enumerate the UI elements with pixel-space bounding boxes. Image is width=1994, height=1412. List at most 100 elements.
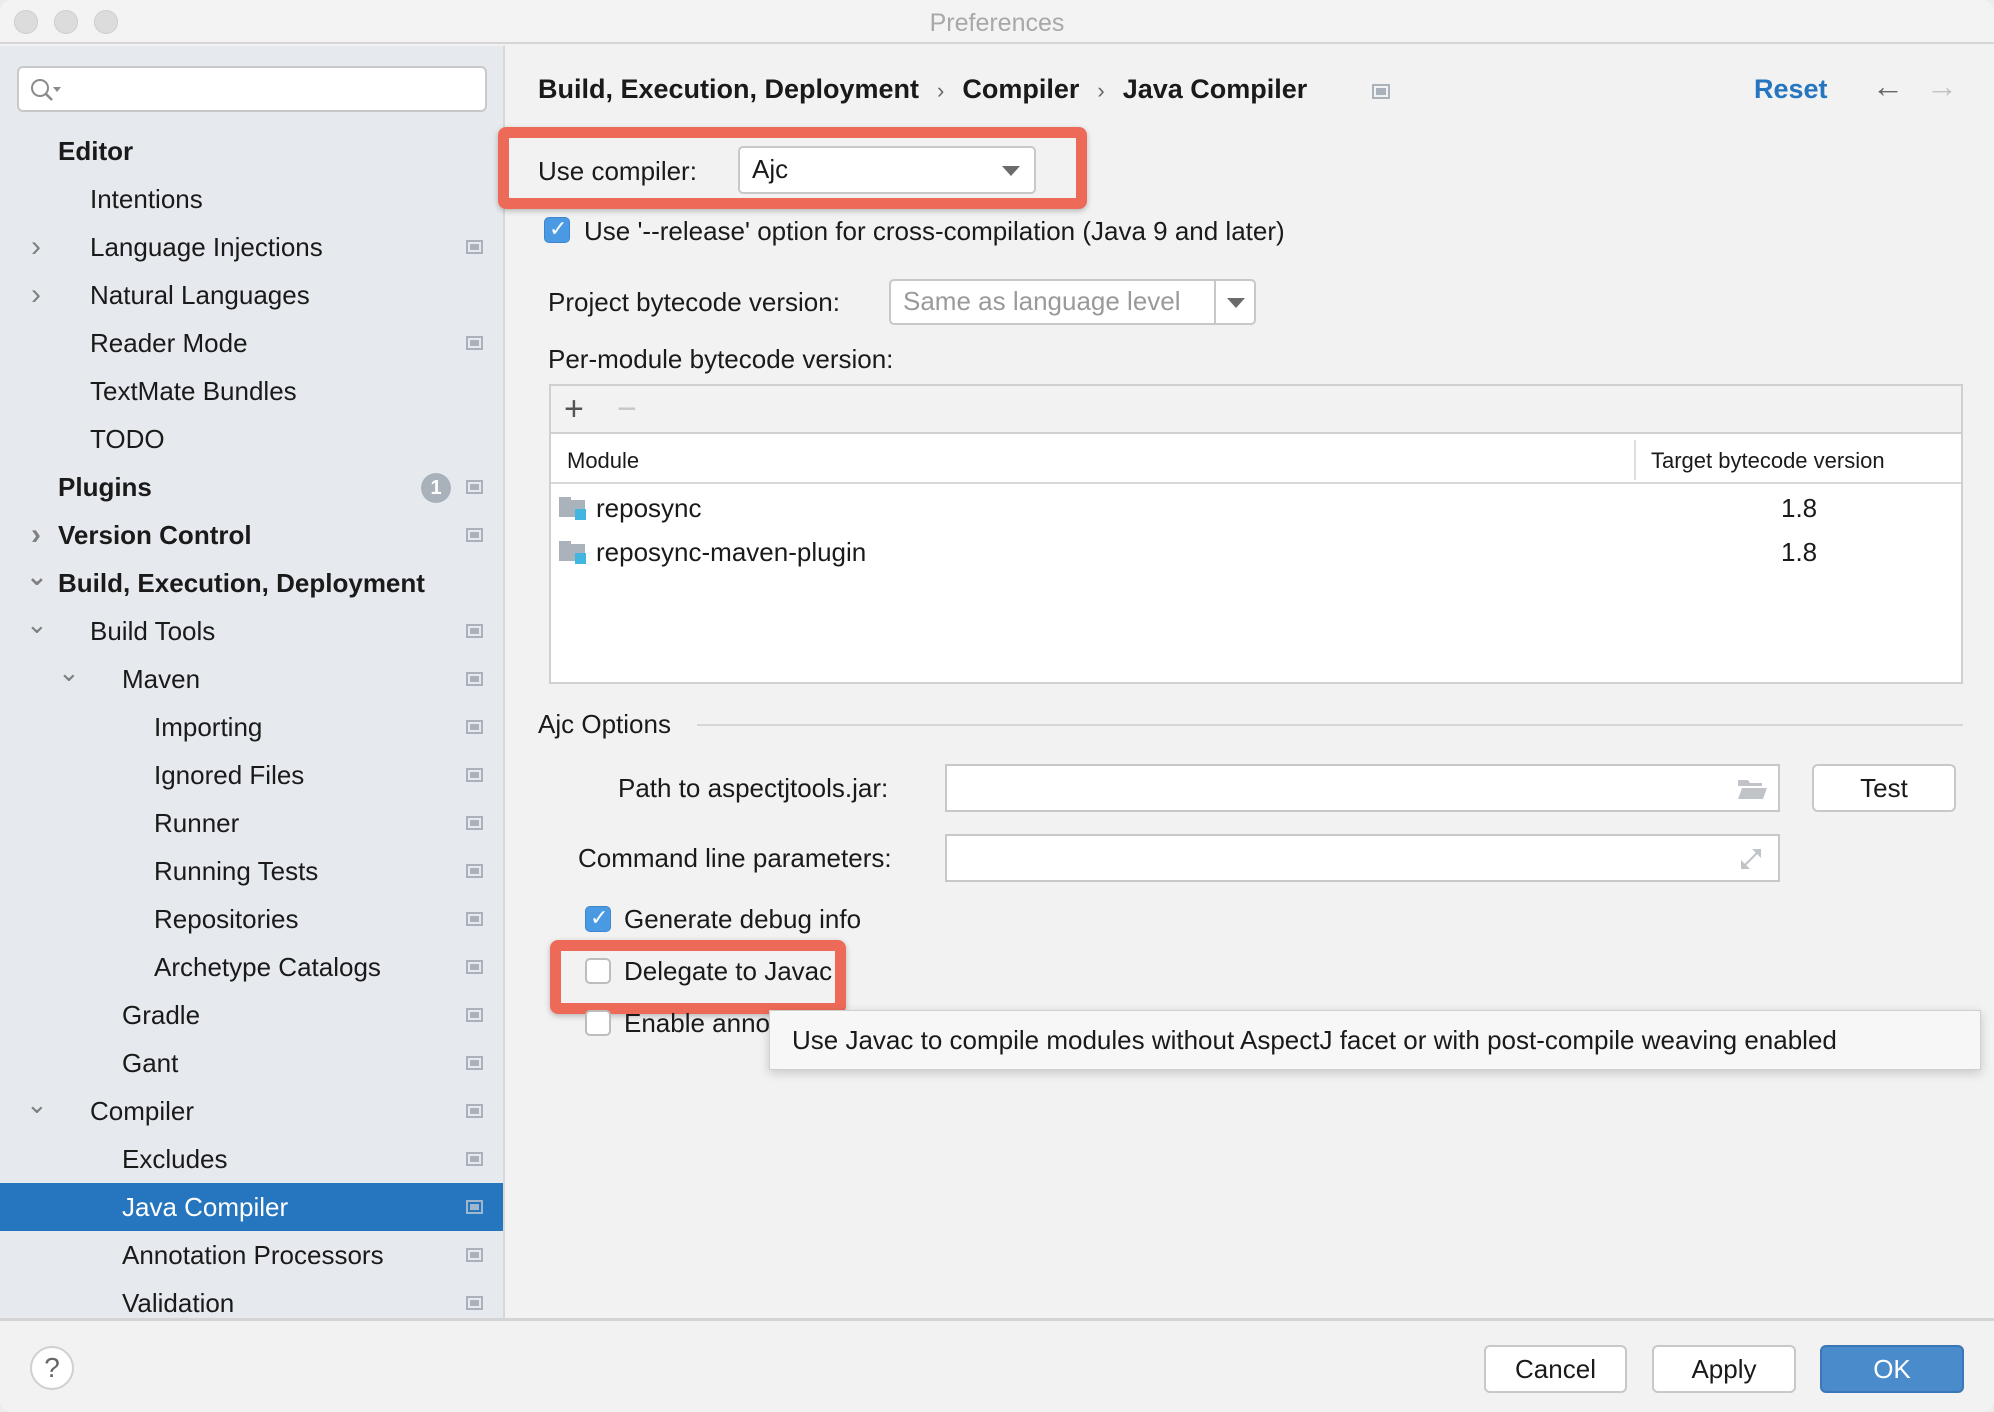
sidebar-item-label: Version Control [58, 520, 252, 550]
enable-annotation-checkbox[interactable] [585, 1010, 611, 1036]
sidebar-item-gant[interactable]: Gant [0, 1039, 503, 1087]
use-compiler-select[interactable]: Ajc [738, 146, 1036, 194]
sidebar-item-gradle[interactable]: Gradle [0, 991, 503, 1039]
project-level-icon [466, 720, 483, 734]
sidebar-item-version-control[interactable]: › Version Control [0, 511, 503, 559]
arrow-left-icon[interactable]: ← [1872, 68, 1904, 105]
sidebar-item-label: Java Compiler [122, 1192, 289, 1222]
sidebar-item-importing[interactable]: Importing [0, 703, 503, 751]
sidebar-item-label: TextMate Bundles [90, 376, 297, 406]
sidebar-item-label: Importing [154, 712, 263, 742]
sidebar-item-archetype-catalogs[interactable]: Archetype Catalogs [0, 943, 503, 991]
chevron-right-icon[interactable]: › [26, 223, 46, 271]
cmd-input[interactable] [945, 834, 1780, 882]
title-bar: Preferences [0, 0, 1994, 44]
add-icon[interactable]: + [564, 390, 584, 429]
group-separator [697, 724, 1963, 726]
breadcrumb-item[interactable]: Build, Execution, Deployment [538, 74, 919, 104]
sidebar-item-label: Runner [154, 808, 240, 838]
project-level-icon [466, 816, 483, 830]
breadcrumb-separator-icon: › [937, 78, 945, 103]
sidebar-item-label: Running Tests [154, 856, 319, 886]
search-input[interactable] [17, 66, 487, 112]
chevron-right-icon[interactable]: › [26, 271, 46, 319]
sidebar-item-language-injections[interactable]: › Language Injections [0, 223, 503, 271]
project-level-icon [466, 1296, 483, 1310]
project-level-icon [466, 1248, 483, 1262]
sidebar-item-ignored-files[interactable]: Ignored Files [0, 751, 503, 799]
sidebar-item-running-tests[interactable]: Running Tests [0, 847, 503, 895]
project-level-icon [466, 960, 483, 974]
tooltip: Use Javac to compile modules without Asp… [769, 1010, 1981, 1070]
combo-divider [1214, 281, 1216, 323]
reset-link[interactable]: Reset [1754, 74, 1828, 105]
delegate-javac-checkbox[interactable] [585, 958, 611, 984]
project-bytecode-placeholder: Same as language level [903, 286, 1181, 316]
folder-open-icon[interactable] [1736, 778, 1768, 800]
sidebar-item-plugins[interactable]: Plugins 1 [0, 463, 503, 511]
dialog-footer: ? Cancel Apply OK [0, 1318, 1994, 1412]
table-row[interactable]: reposync 1.8 [551, 486, 1961, 530]
sidebar-item-intentions[interactable]: Intentions [0, 175, 503, 223]
apply-button[interactable]: Apply [1652, 1345, 1796, 1393]
breadcrumb-item[interactable]: Compiler [962, 74, 1079, 104]
sidebar-item-label: Excludes [122, 1144, 228, 1174]
table-row[interactable]: reposync-maven-plugin 1.8 [551, 530, 1961, 574]
project-level-icon [466, 1008, 483, 1022]
sidebar-item-label: Intentions [90, 184, 203, 214]
remove-icon[interactable]: − [617, 390, 637, 429]
project-level-icon [466, 480, 483, 494]
help-button[interactable]: ? [30, 1346, 74, 1390]
per-module-table: + − Module Target bytecode version repos… [549, 384, 1963, 684]
sidebar-item-editor[interactable]: Editor [0, 127, 503, 175]
chevron-down-icon[interactable]: ⌄ [58, 655, 80, 703]
path-input[interactable] [945, 764, 1780, 812]
cancel-button[interactable]: Cancel [1484, 1345, 1627, 1393]
project-level-icon [466, 1056, 483, 1070]
sidebar-item-excludes[interactable]: Excludes [0, 1135, 503, 1183]
sidebar-item-label: Maven [122, 664, 201, 694]
sidebar-item-label: Ignored Files [154, 760, 305, 790]
project-level-icon [466, 336, 483, 350]
breadcrumb-item: Java Compiler [1122, 74, 1308, 104]
sidebar-item-repositories[interactable]: Repositories [0, 895, 503, 943]
breadcrumb-separator-icon: › [1097, 78, 1105, 103]
sidebar-item-label: Build Tools [90, 616, 216, 646]
chevron-down-icon[interactable]: ⌄ [26, 1087, 48, 1135]
sidebar-item-reader-mode[interactable]: Reader Mode [0, 319, 503, 367]
release-option-checkbox[interactable] [544, 216, 570, 243]
chevron-right-icon[interactable]: › [26, 511, 46, 559]
ok-button[interactable]: OK [1820, 1345, 1964, 1393]
sidebar-item-natural-languages[interactable]: › Natural Languages [0, 271, 503, 319]
test-button[interactable]: Test [1812, 764, 1956, 812]
column-header-module[interactable]: Module [567, 448, 639, 474]
sidebar-item-runner[interactable]: Runner [0, 799, 503, 847]
delegate-javac-label: Delegate to Javac [624, 956, 833, 986]
sidebar-item-annotation-processors[interactable]: Annotation Processors [0, 1231, 503, 1279]
project-level-icon [466, 864, 483, 878]
module-name: reposync-maven-plugin [596, 537, 867, 567]
sidebar-item-todo[interactable]: TODO [0, 415, 503, 463]
sidebar-item-maven[interactable]: ⌄ Maven [0, 655, 503, 703]
table-toolbar: + − [551, 386, 1961, 434]
sidebar-item-compiler[interactable]: ⌄ Compiler [0, 1087, 503, 1135]
module-folder-icon [559, 497, 586, 520]
chevron-down-icon[interactable]: ⌄ [26, 559, 48, 607]
column-header-target[interactable]: Target bytecode version [1651, 448, 1885, 474]
project-bytecode-select[interactable]: Same as language level [889, 279, 1256, 325]
arrow-right-icon[interactable]: → [1926, 68, 1958, 105]
sidebar-item-java-compiler[interactable]: Java Compiler [0, 1183, 503, 1231]
chevron-down-icon[interactable]: ⌄ [26, 607, 48, 655]
debug-info-checkbox[interactable] [585, 905, 611, 932]
expand-icon[interactable] [1738, 846, 1764, 872]
sidebar-item-build-tools[interactable]: ⌄ Build Tools [0, 607, 503, 655]
project-level-icon [466, 912, 483, 926]
sidebar-item-label: Editor [58, 136, 134, 166]
sidebar-item-build-execution-deployment[interactable]: ⌄ Build, Execution, Deployment [0, 559, 503, 607]
sidebar-item-textmate-bundles[interactable]: TextMate Bundles [0, 367, 503, 415]
ajc-options-title: Ajc Options [538, 709, 671, 739]
sidebar-item-label: Annotation Processors [122, 1240, 384, 1270]
project-level-icon [466, 1104, 483, 1118]
project-level-icon [1372, 84, 1390, 99]
debug-info-label: Generate debug info [624, 904, 862, 934]
